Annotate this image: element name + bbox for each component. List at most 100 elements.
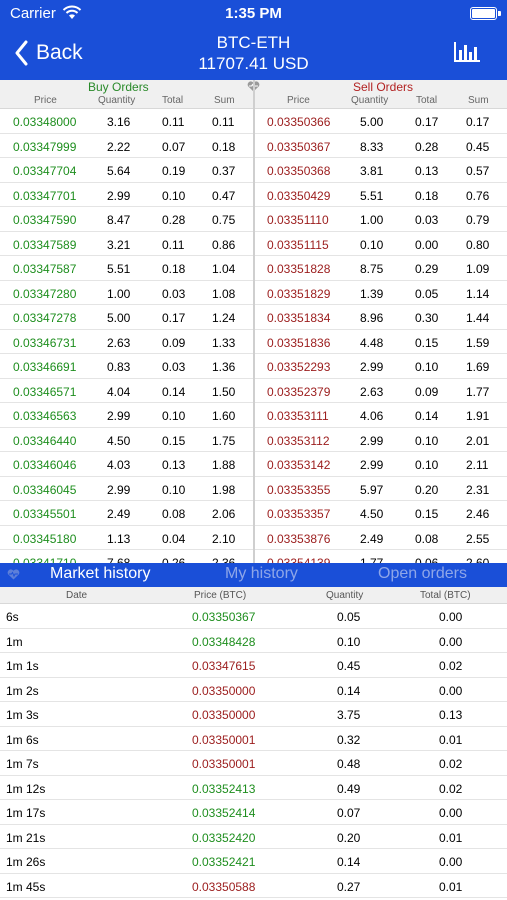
buy-orders-title: Buy Orders	[88, 80, 149, 94]
buy-quantity: 3.16	[107, 115, 131, 129]
trade-date: 1m 12s	[6, 781, 46, 796]
sell-total: 0.17	[415, 115, 439, 129]
trade-quantity: 0.14	[337, 683, 361, 698]
sell-total: 0.00	[415, 237, 439, 252]
buy-total: 0.14	[162, 384, 186, 399]
chart-icon[interactable]	[453, 41, 481, 63]
history-tabs: Market history My history Open orders	[0, 563, 507, 587]
trade-total: 0.00	[439, 610, 463, 624]
trade-date: 1m 7s	[6, 757, 39, 771]
buy-quantity: 2.99	[107, 482, 131, 497]
buy-sum: 1.24	[212, 311, 236, 325]
price-usd: 11707.41 USD	[198, 54, 309, 73]
trade-quantity: 0.05	[337, 610, 361, 624]
tab-market-history[interactable]: Market history	[50, 565, 150, 583]
trade-quantity: 0.07	[337, 806, 361, 820]
sell-sum: 1.59	[466, 335, 490, 350]
history-col-total: Total (BTC)	[420, 590, 471, 601]
nav-header: Carrier 1:35 PM Back BTC-ETH 11707.41 US…	[0, 0, 507, 80]
sell-total: 0.09	[415, 384, 439, 399]
buy-total: 0.11	[162, 115, 185, 129]
history-row[interactable]: 1m 7s 0.03350001 0.48 0.02	[0, 751, 507, 776]
trade-price: 0.03348428	[192, 634, 256, 649]
buy-price: 0.03346440	[13, 433, 77, 448]
history-row[interactable]: 1m 3s 0.03350000 3.75 0.13	[0, 702, 507, 727]
sell-quantity: 2.49	[360, 531, 384, 546]
buy-price: 0.03346046	[13, 458, 77, 472]
buy-price: 0.03347587	[13, 262, 77, 276]
buy-quantity: 2.99	[107, 409, 131, 423]
trade-quantity: 3.75	[337, 708, 361, 722]
sell-total: 0.28	[415, 139, 439, 154]
buy-total: 0.10	[162, 409, 186, 423]
sell-total: 0.14	[415, 409, 439, 423]
heart-icon[interactable]	[7, 569, 20, 580]
tab-open-orders[interactable]: Open orders	[378, 565, 467, 583]
buy-quantity: 4.04	[107, 384, 131, 399]
buy-price: 0.03346691	[13, 360, 77, 374]
trade-date: 6s	[6, 610, 19, 624]
buy-price: 0.03347280	[13, 286, 77, 301]
trade-price: 0.03352421	[192, 855, 256, 869]
sell-quantity: 5.00	[360, 115, 384, 129]
trade-quantity: 0.49	[337, 781, 361, 796]
sell-sum: 2.46	[466, 507, 490, 521]
trade-quantity: 0.20	[337, 830, 361, 845]
sell-sum: 2.01	[466, 433, 490, 448]
sell-sum: 1.14	[466, 286, 490, 301]
sell-price: 0.03351110	[267, 213, 329, 227]
sell-price: 0.03353112	[267, 433, 330, 448]
sell-sum: 1.77	[466, 384, 490, 399]
history-row[interactable]: 1m 45s 0.03350588 0.27 0.01	[0, 874, 507, 898]
buy-quantity: 2.22	[107, 139, 131, 154]
tab-my-history[interactable]: My history	[225, 565, 298, 583]
history-row[interactable]: 1m 17s 0.03352414 0.07 0.00	[0, 800, 507, 825]
history-row[interactable]: 1m 1s 0.03347615 0.45 0.02	[0, 653, 507, 678]
orderbook-divider	[253, 80, 255, 563]
sell-col-quantity: Quantity	[351, 95, 389, 106]
buy-quantity: 5.64	[107, 164, 131, 178]
trade-total: 0.02	[439, 757, 463, 771]
trade-total: 0.00	[439, 634, 463, 649]
history-row[interactable]: 1m 6s 0.03350001 0.32 0.01	[0, 727, 507, 751]
sell-sum: 1.91	[466, 409, 490, 423]
buy-price: 0.03348000	[13, 115, 77, 129]
trade-quantity: 0.14	[337, 855, 361, 869]
trade-quantity: 0.27	[337, 879, 361, 894]
trade-price: 0.03347615	[192, 659, 256, 673]
buy-quantity: 2.49	[107, 507, 131, 521]
trade-quantity: 0.10	[337, 634, 361, 649]
history-row[interactable]: 6s 0.03350367 0.05 0.00	[0, 604, 507, 629]
buy-sum: 1.08	[212, 286, 236, 301]
sell-sum: 1.44	[466, 311, 490, 325]
sell-quantity: 8.96	[360, 311, 384, 325]
sell-price: 0.03351834	[267, 311, 331, 325]
history-row[interactable]: 1m 0.03348428 0.10 0.00	[0, 629, 507, 653]
sell-quantity: 4.50	[360, 507, 384, 521]
sell-price: 0.03350429	[267, 188, 331, 203]
buy-price: 0.03341710	[13, 556, 77, 563]
history-row[interactable]: 1m 21s 0.03352420 0.20 0.01	[0, 825, 507, 849]
trade-total: 0.01	[439, 830, 463, 845]
buy-price: 0.03347704	[13, 164, 77, 178]
sell-price: 0.03350366	[267, 115, 331, 129]
history-row[interactable]: 1m 12s 0.03352413 0.49 0.02	[0, 776, 507, 800]
status-time: 1:35 PM	[225, 5, 282, 22]
history-row[interactable]: 1m 2s 0.03350000 0.14 0.00	[0, 678, 507, 702]
sell-quantity: 1.39	[360, 286, 384, 301]
history-col-date: Date	[66, 590, 88, 601]
trade-price: 0.03350000	[192, 708, 256, 722]
trade-total: 0.02	[439, 781, 463, 796]
buy-col-price: Price	[34, 95, 57, 106]
buy-price: 0.03347701	[13, 188, 77, 203]
trade-total: 0.00	[439, 806, 463, 820]
sell-total: 0.15	[415, 335, 439, 350]
sell-price: 0.03350367	[267, 139, 331, 154]
buy-sum: 1.98	[212, 482, 236, 497]
history-row[interactable]: 1m 26s 0.03352421 0.14 0.00	[0, 849, 507, 874]
sell-quantity: 5.97	[360, 482, 384, 497]
buy-quantity: 2.63	[107, 335, 131, 350]
buy-sum: 2.36	[212, 556, 236, 563]
trade-date: 1m	[6, 634, 23, 649]
sell-price: 0.03351836	[267, 335, 331, 350]
